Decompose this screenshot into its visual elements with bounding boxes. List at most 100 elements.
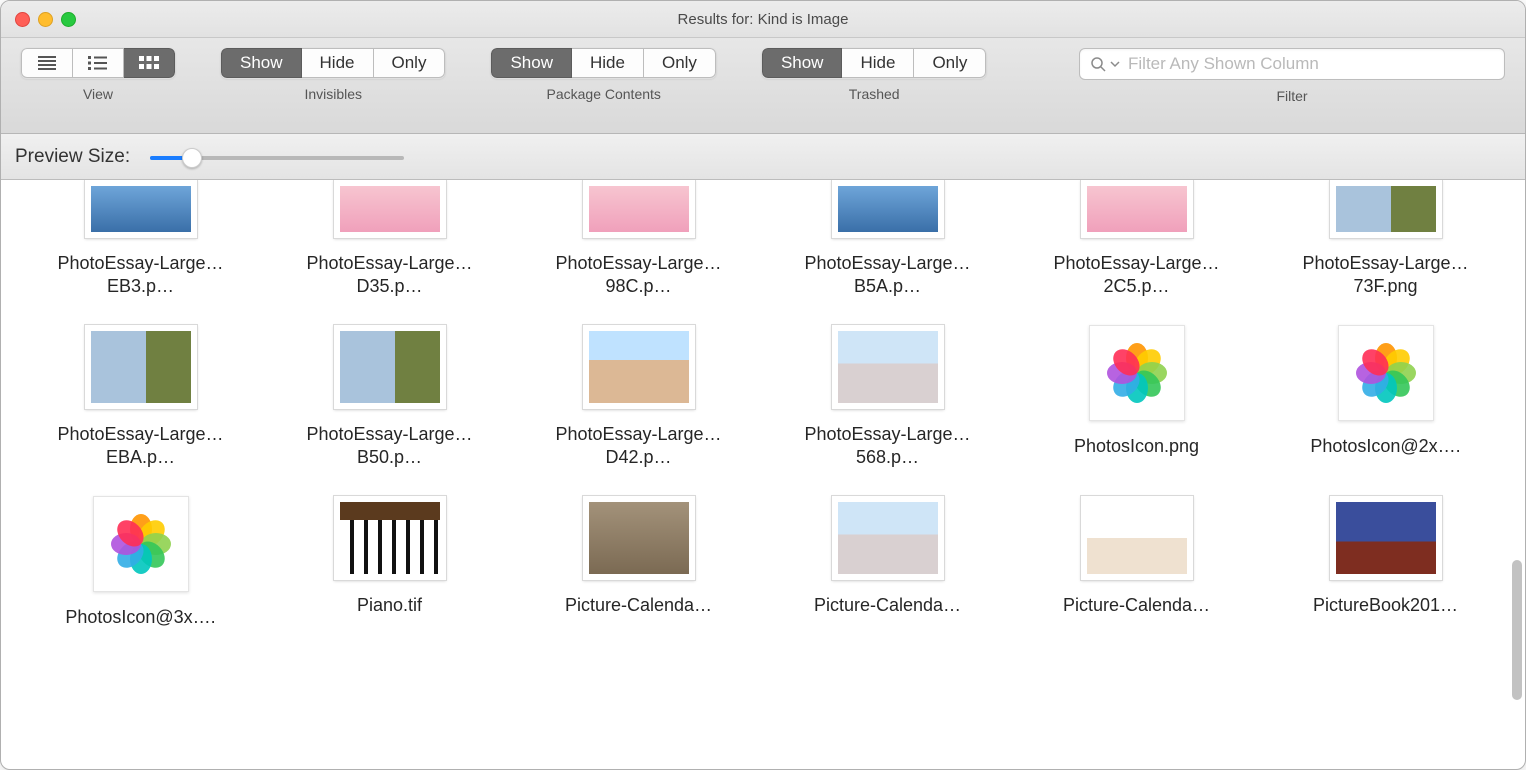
file-item[interactable]: PhotosIcon@2x…. [1266,325,1505,468]
results-content[interactable]: PhotoEssay-Large…EB3.p… PhotoEssay-Large…… [1,180,1525,769]
file-item[interactable]: PhotosIcon.png [1017,325,1256,468]
view-group-label: View [83,86,113,102]
file-thumbnail [583,180,695,238]
filter-group-label: Filter [1276,88,1307,104]
package-hide-button[interactable]: Hide [572,48,644,78]
invisibles-only-button[interactable]: Only [374,48,446,78]
file-name: PhotoEssay-Large…73F.png [1281,252,1491,297]
window-controls [1,12,76,27]
view-segmented [21,48,175,78]
file-name: PhotoEssay-Large…B50.p… [285,423,495,468]
file-item[interactable]: PhotoEssay-Large…D35.p… [270,180,509,297]
view-grid-button[interactable] [124,48,175,78]
package-segmented: Show Hide Only [491,48,715,78]
scrollbar-thumb[interactable] [1512,560,1522,700]
file-name: PictureBook201… [1313,594,1458,617]
file-item[interactable]: PictureBook201… [1266,496,1505,629]
invisibles-group-label: Invisibles [304,86,362,102]
file-name: PhotoEssay-Large…EBA.p… [36,423,246,468]
preview-size-label: Preview Size: [15,146,130,168]
file-item[interactable]: PhotoEssay-Large…B50.p… [270,325,509,468]
file-name: Piano.tif [357,594,422,617]
file-thumbnail [334,325,446,409]
file-name: PhotoEssay-Large…D42.p… [534,423,744,468]
trashed-only-button[interactable]: Only [914,48,986,78]
file-name: PhotosIcon@2x…. [1310,435,1460,458]
chevron-down-icon[interactable] [1110,59,1120,69]
file-name: PhotoEssay-Large…98C.p… [534,252,744,297]
file-name: PhotoEssay-Large…B5A.p… [783,252,993,297]
file-thumbnail [583,325,695,409]
titlebar: Results for: Kind is Image [1,1,1525,38]
zoom-button[interactable] [61,12,76,27]
file-item[interactable]: PhotosIcon@3x…. [21,496,260,629]
finder-results-window: Results for: Kind is Image [0,0,1526,770]
package-group: Show Hide Only Package Contents [491,48,715,102]
file-thumbnail [85,325,197,409]
filter-input[interactable] [1126,53,1494,75]
file-thumbnail [1081,180,1193,238]
file-item[interactable]: PhotoEssay-Large…568.p… [768,325,1007,468]
file-thumbnail [93,496,189,592]
results-grid: PhotoEssay-Large…EB3.p… PhotoEssay-Large…… [1,180,1525,629]
trashed-group: Show Hide Only Trashed [762,48,986,102]
file-thumbnail [334,180,446,238]
view-list-button[interactable] [21,48,73,78]
package-show-button[interactable]: Show [491,48,572,78]
file-thumbnail [832,325,944,409]
file-thumbnail [832,180,944,238]
file-name: PhotoEssay-Large…EB3.p… [36,252,246,297]
preview-size-bar: Preview Size: [1,134,1525,180]
package-only-button[interactable]: Only [644,48,716,78]
file-item[interactable]: Piano.tif [270,496,509,629]
file-name: PhotosIcon.png [1074,435,1199,458]
file-thumbnail [334,496,446,580]
file-thumbnail [1089,325,1185,421]
trashed-hide-button[interactable]: Hide [842,48,914,78]
file-thumbnail [832,496,944,580]
package-group-label: Package Contents [547,86,661,102]
grid-icon [138,55,160,71]
file-item[interactable]: PhotoEssay-Large…98C.p… [519,180,758,297]
file-thumbnail [85,180,197,238]
search-icon [1090,56,1106,72]
file-item[interactable]: PhotoEssay-Large…B5A.p… [768,180,1007,297]
filter-search-field[interactable] [1079,48,1505,80]
close-button[interactable] [15,12,30,27]
view-list-bullets-button[interactable] [73,48,124,78]
file-name: Picture-Calenda… [814,594,961,617]
file-name: PhotoEssay-Large…D35.p… [285,252,495,297]
file-item[interactable]: PhotoEssay-Large…73F.png [1266,180,1505,297]
trashed-group-label: Trashed [849,86,900,102]
trashed-show-button[interactable]: Show [762,48,843,78]
file-item[interactable]: PhotoEssay-Large…EB3.p… [21,180,260,297]
window-title: Results for: Kind is Image [1,11,1525,28]
list-bullets-icon [87,55,109,71]
file-thumbnail [583,496,695,580]
file-name: PhotosIcon@3x…. [65,606,215,629]
invisibles-hide-button[interactable]: Hide [302,48,374,78]
invisibles-segmented: Show Hide Only [221,48,445,78]
slider-thumb[interactable] [182,148,202,168]
file-item[interactable]: Picture-Calenda… [519,496,758,629]
list-dense-icon [36,55,58,71]
invisibles-group: Show Hide Only Invisibles [221,48,445,102]
file-item[interactable]: PhotoEssay-Large…D42.p… [519,325,758,468]
file-name: PhotoEssay-Large…2C5.p… [1032,252,1242,297]
file-item[interactable]: PhotoEssay-Large…2C5.p… [1017,180,1256,297]
file-name: Picture-Calenda… [565,594,712,617]
minimize-button[interactable] [38,12,53,27]
preview-size-slider[interactable] [150,147,404,167]
view-group: View [21,48,175,102]
filter-group: Filter [1079,48,1505,104]
file-item[interactable]: PhotoEssay-Large…EBA.p… [21,325,260,468]
file-item[interactable]: Picture-Calenda… [1017,496,1256,629]
trashed-segmented: Show Hide Only [762,48,986,78]
file-item[interactable]: Picture-Calenda… [768,496,1007,629]
file-name: Picture-Calenda… [1063,594,1210,617]
file-thumbnail [1330,496,1442,580]
toolbar: View Show Hide Only Invisibles Show Hide… [1,38,1525,134]
file-thumbnail [1081,496,1193,580]
invisibles-show-button[interactable]: Show [221,48,302,78]
file-name: PhotoEssay-Large…568.p… [783,423,993,468]
